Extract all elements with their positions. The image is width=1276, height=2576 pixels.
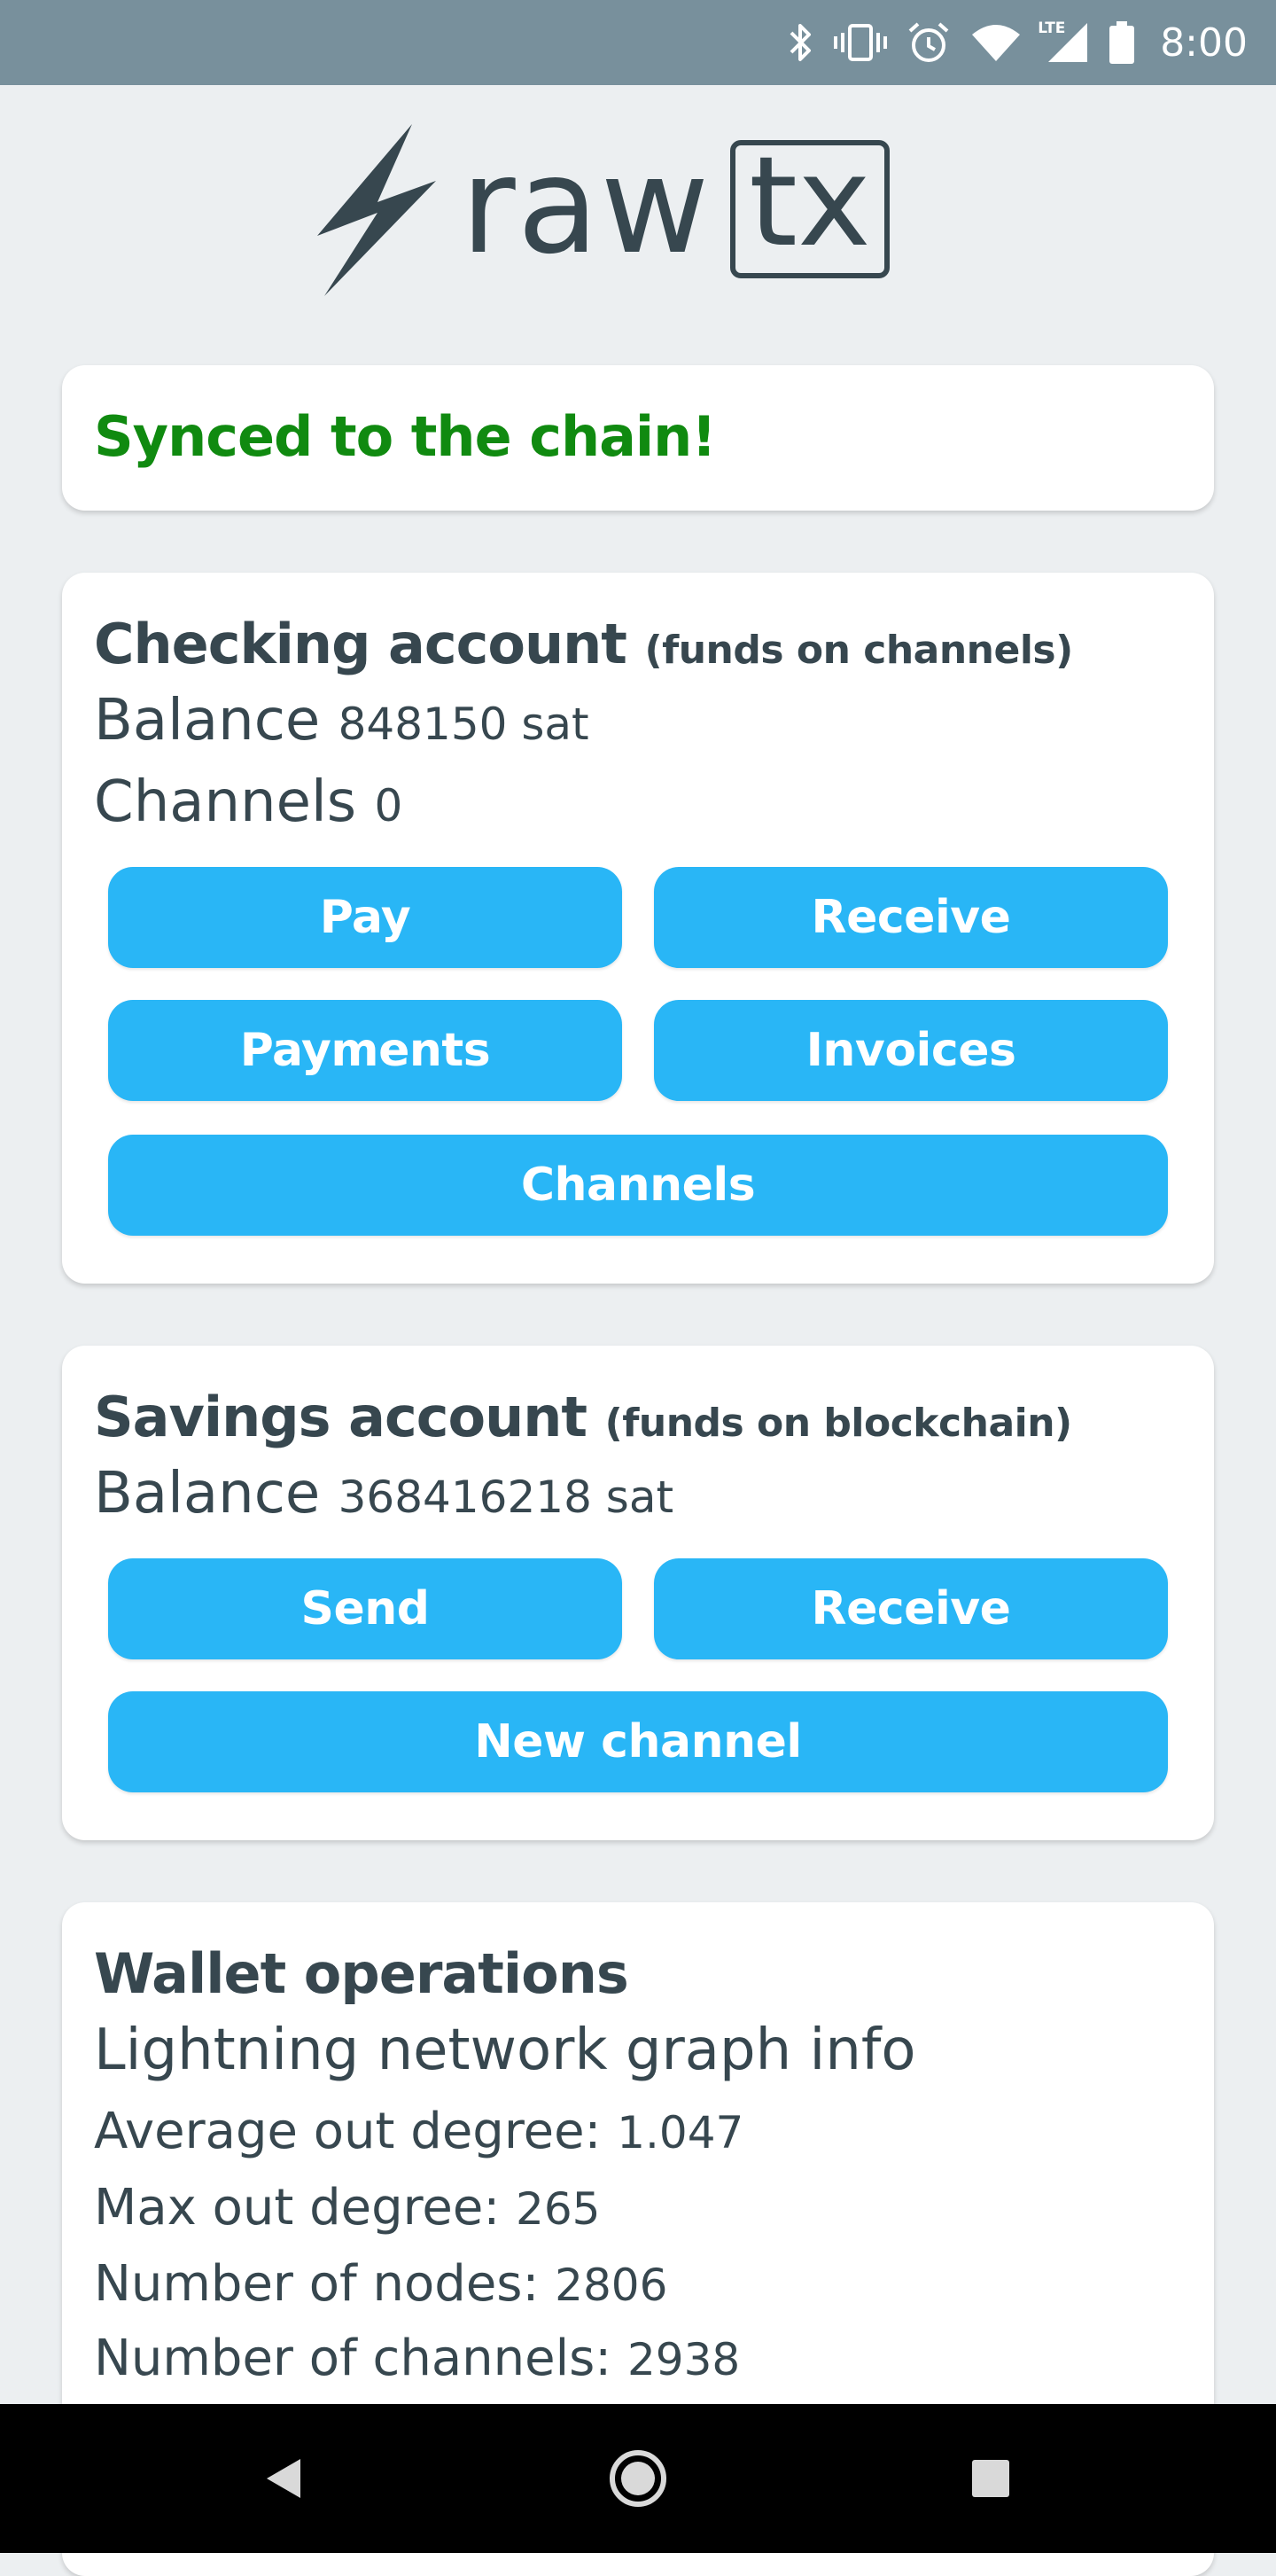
status-icons: LTE 8:00 xyxy=(788,0,1248,85)
bluetooth-icon xyxy=(788,22,814,63)
checking-receive-button[interactable]: Receive xyxy=(654,867,1168,968)
send-button[interactable]: Send xyxy=(108,1558,622,1659)
home-icon xyxy=(610,2450,666,2507)
stat-value: 2806 xyxy=(555,2260,668,2311)
checking-subtitle: (funds on channels) xyxy=(644,628,1073,673)
checking-title: Checking account (funds on channels) xyxy=(94,612,1073,676)
network-type-label: LTE xyxy=(1038,20,1066,37)
stat-label: Number of channels: xyxy=(94,2330,612,2387)
savings-account-card: Savings account (funds on blockchain) Ba… xyxy=(62,1346,1214,1840)
vibrate-icon xyxy=(834,22,888,63)
new-channel-button[interactable]: New channel xyxy=(108,1691,1168,1792)
checking-channels-value: 0 xyxy=(374,780,403,831)
checking-channels: Channels 0 xyxy=(94,769,402,835)
savings-balance-label: Balance xyxy=(94,1461,321,1526)
checking-balance-value: 848150 sat xyxy=(338,699,589,750)
savings-subtitle: (funds on blockchain) xyxy=(604,1401,1073,1446)
back-icon xyxy=(267,2459,300,2498)
sync-status-card: Synced to the chain! xyxy=(62,365,1214,511)
stat-number-of-channels: Number of channels: 2938 xyxy=(94,2330,740,2387)
checking-title-text: Checking account xyxy=(94,612,627,676)
stat-value: 1.047 xyxy=(617,2107,744,2158)
recents-icon xyxy=(972,2460,1009,2497)
payments-button[interactable]: Payments xyxy=(108,1000,622,1101)
invoices-button[interactable]: Invoices xyxy=(654,1000,1168,1101)
checking-account-card: Checking account (funds on channels) Bal… xyxy=(62,573,1214,1284)
system-navigation-bar xyxy=(0,2404,1276,2553)
app-logo: raw tx xyxy=(310,121,948,301)
stat-value: 265 xyxy=(516,2183,601,2235)
cell-signal-icon: LTE xyxy=(1038,20,1089,64)
stat-value: 2938 xyxy=(626,2334,741,2385)
wallet-title: Wallet operations xyxy=(94,1941,629,2006)
savings-balance: Balance 368416218 sat xyxy=(94,1461,673,1526)
sync-status-text: Synced to the chain! xyxy=(94,404,717,469)
pay-button[interactable]: Pay xyxy=(108,867,622,968)
stat-max-out-degree: Max out degree: 265 xyxy=(94,2179,600,2236)
checking-balance: Balance 848150 sat xyxy=(94,688,589,753)
graph-info-heading: Lightning network graph info xyxy=(94,2018,916,2083)
status-bar: LTE 8:00 xyxy=(0,0,1276,85)
logo-wordmark: raw xyxy=(461,129,712,284)
wifi-icon xyxy=(970,22,1022,63)
lightning-bolt-icon xyxy=(317,124,436,296)
savings-title: Savings account (funds on blockchain) xyxy=(94,1385,1072,1449)
stat-label: Max out degree: xyxy=(94,2179,501,2236)
stat-average-out-degree: Average out degree: 1.047 xyxy=(94,2103,743,2160)
savings-title-text: Savings account xyxy=(94,1385,587,1449)
savings-receive-button[interactable]: Receive xyxy=(654,1558,1168,1659)
stat-label: Average out degree: xyxy=(94,2103,602,2160)
checking-channels-label: Channels xyxy=(94,769,357,835)
channels-button[interactable]: Channels xyxy=(108,1135,1168,1236)
home-button[interactable] xyxy=(599,2439,677,2517)
stat-label: Number of nodes: xyxy=(94,2255,540,2313)
logo-boxed-mark: tx xyxy=(730,140,890,278)
back-button[interactable] xyxy=(245,2439,323,2517)
recents-button[interactable] xyxy=(952,2439,1030,2517)
checking-balance-label: Balance xyxy=(94,688,321,753)
battery-icon xyxy=(1109,20,1135,65)
alarm-icon xyxy=(906,20,951,65)
savings-balance-value: 368416218 sat xyxy=(338,1471,674,1523)
stat-number-of-nodes: Number of nodes: 2806 xyxy=(94,2255,667,2313)
clock: 8:00 xyxy=(1160,20,1248,66)
